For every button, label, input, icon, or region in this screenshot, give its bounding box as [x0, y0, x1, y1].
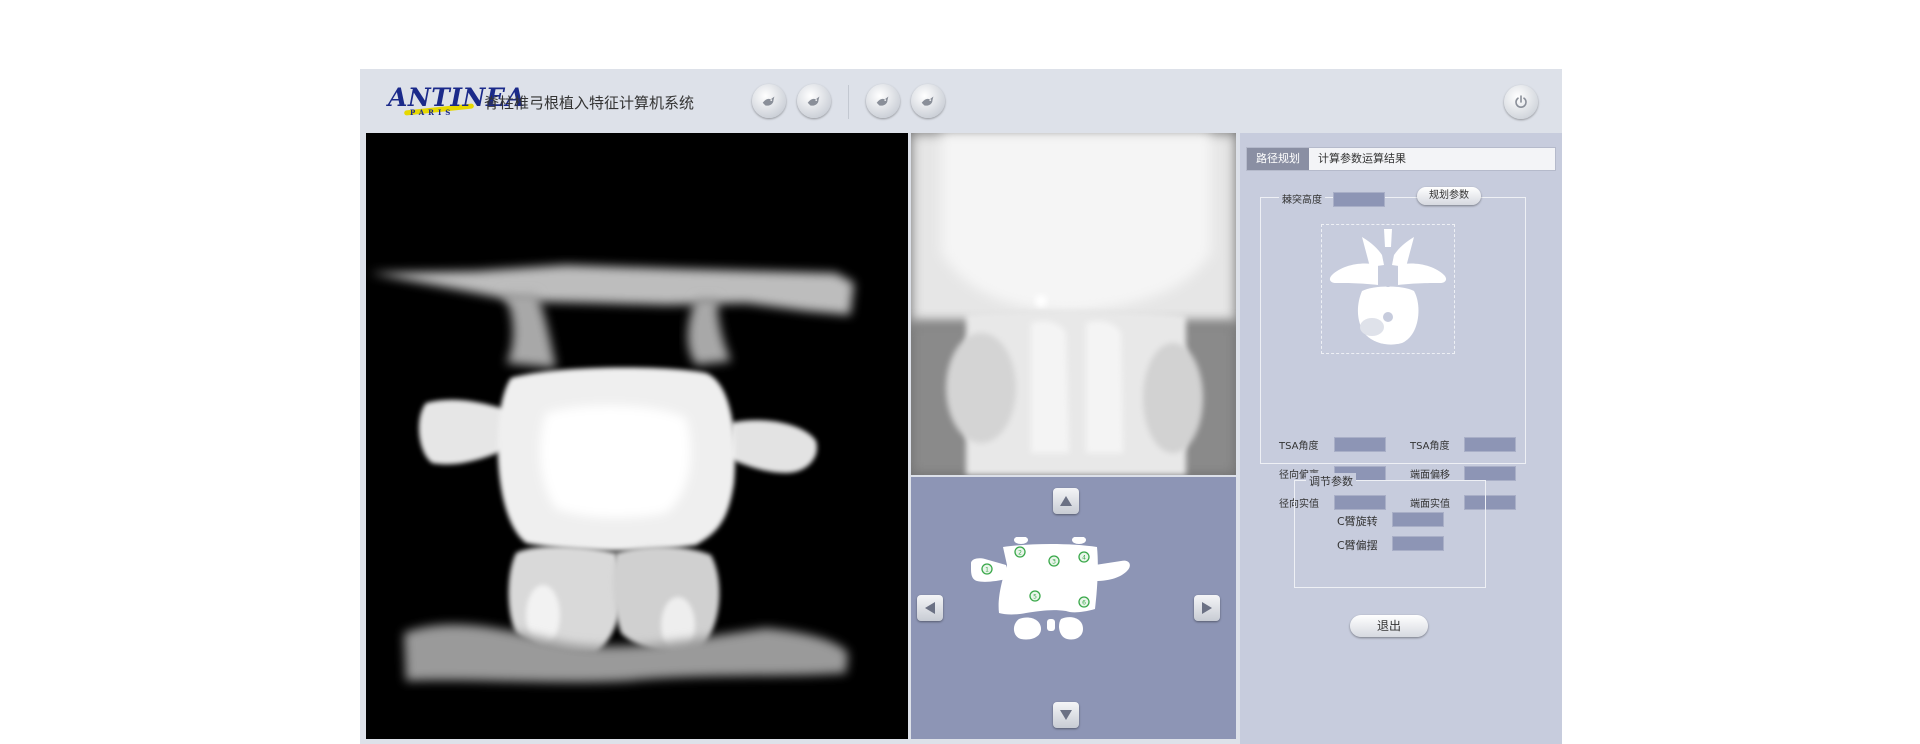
- adjust-params-title: 调节参数: [1306, 473, 1356, 489]
- toolbar-separator: [848, 85, 849, 119]
- vertebra-axial-diagram: 1 2 3 4 5 6: [971, 537, 1130, 640]
- xray-ap-image: [366, 133, 908, 739]
- adjust-params-group: [1294, 480, 1486, 588]
- svg-text:2: 2: [1018, 550, 1022, 557]
- toolbar-button-1[interactable]: [752, 84, 786, 118]
- axial-navigation-view: 1 2 3 4 5 6: [911, 477, 1236, 739]
- c-arm-swing-value[interactable]: [1392, 536, 1444, 551]
- triangle-down-icon: [1060, 710, 1072, 720]
- param-label-face-offset: 端面偏移: [1410, 470, 1450, 481]
- vertebra-top-view: [1329, 229, 1447, 345]
- param-label-tsa-left: TSA角度: [1279, 441, 1319, 452]
- parameter-panel: 路径规划 计算参数运算结果 棘突高度 规划参数 TSA角度 径向偏离 径向实值 …: [1240, 133, 1562, 744]
- toolbar-button-3[interactable]: [866, 84, 900, 118]
- logo-subtext: PARIS: [410, 108, 455, 117]
- toolbar-button-2[interactable]: [797, 84, 831, 118]
- c-arm-rotation-value[interactable]: [1392, 512, 1444, 527]
- marker-2[interactable]: 2: [1014, 546, 1026, 558]
- param-value-tsa-left[interactable]: [1334, 437, 1386, 452]
- svg-text:5: 5: [1033, 594, 1037, 601]
- plan-params-button[interactable]: 规划参数: [1417, 187, 1481, 205]
- xray-side-view[interactable]: [911, 133, 1236, 475]
- marker-3[interactable]: 3: [1048, 555, 1060, 567]
- svg-text:3: 3: [1052, 559, 1056, 566]
- move-left-button[interactable]: [917, 595, 943, 621]
- spinous-height-label: 棘突高度: [1279, 191, 1325, 206]
- exit-button[interactable]: 退出: [1350, 615, 1428, 637]
- param-value-face-offset[interactable]: [1464, 466, 1516, 481]
- xray-main-view[interactable]: [366, 133, 908, 739]
- bird-icon: [762, 96, 775, 106]
- bird-icon: [876, 96, 889, 106]
- triangle-right-icon: [1202, 602, 1212, 614]
- svg-text:4: 4: [1082, 555, 1086, 562]
- panel-tabs: 路径规划 计算参数运算结果: [1246, 147, 1556, 171]
- move-up-button[interactable]: [1053, 488, 1079, 514]
- param-label-tsa-right: TSA角度: [1410, 441, 1450, 452]
- marker-6[interactable]: 6: [1078, 596, 1090, 608]
- app-title: 脊柱椎弓根植入特征计算机系统: [484, 94, 695, 112]
- bird-icon: [921, 96, 934, 106]
- move-down-button[interactable]: [1053, 702, 1079, 728]
- power-icon: [1515, 95, 1527, 108]
- vertebra-preview-box: [1321, 224, 1455, 354]
- c-arm-swing-label: C臂偏摆: [1337, 539, 1378, 552]
- spinous-height-value[interactable]: [1333, 192, 1385, 207]
- toolbar-button-4[interactable]: [911, 84, 945, 118]
- xray-lateral-image: [911, 133, 1236, 475]
- triangle-up-icon: [1060, 496, 1072, 506]
- param-value-tsa-right[interactable]: [1464, 437, 1516, 452]
- marker-5[interactable]: 5: [1029, 590, 1041, 602]
- move-right-button[interactable]: [1194, 595, 1220, 621]
- triangle-left-icon: [925, 602, 935, 614]
- c-arm-rotation-label: C臂旋转: [1337, 515, 1378, 528]
- app-window: ANTINEA PARIS 脊柱椎弓根植入特征计算机系统 1 2 3 4 5 6…: [360, 69, 1562, 744]
- tab-results-label: 计算参数运算结果: [1309, 148, 1415, 170]
- bird-icon: [807, 96, 820, 106]
- svg-text:6: 6: [1082, 600, 1086, 607]
- svg-text:1: 1: [985, 567, 989, 574]
- marker-4[interactable]: 4: [1078, 551, 1090, 563]
- marker-1[interactable]: 1: [981, 563, 993, 575]
- power-button[interactable]: [1504, 85, 1538, 119]
- top-bar: ANTINEA PARIS 脊柱椎弓根植入特征计算机系统: [360, 69, 1562, 133]
